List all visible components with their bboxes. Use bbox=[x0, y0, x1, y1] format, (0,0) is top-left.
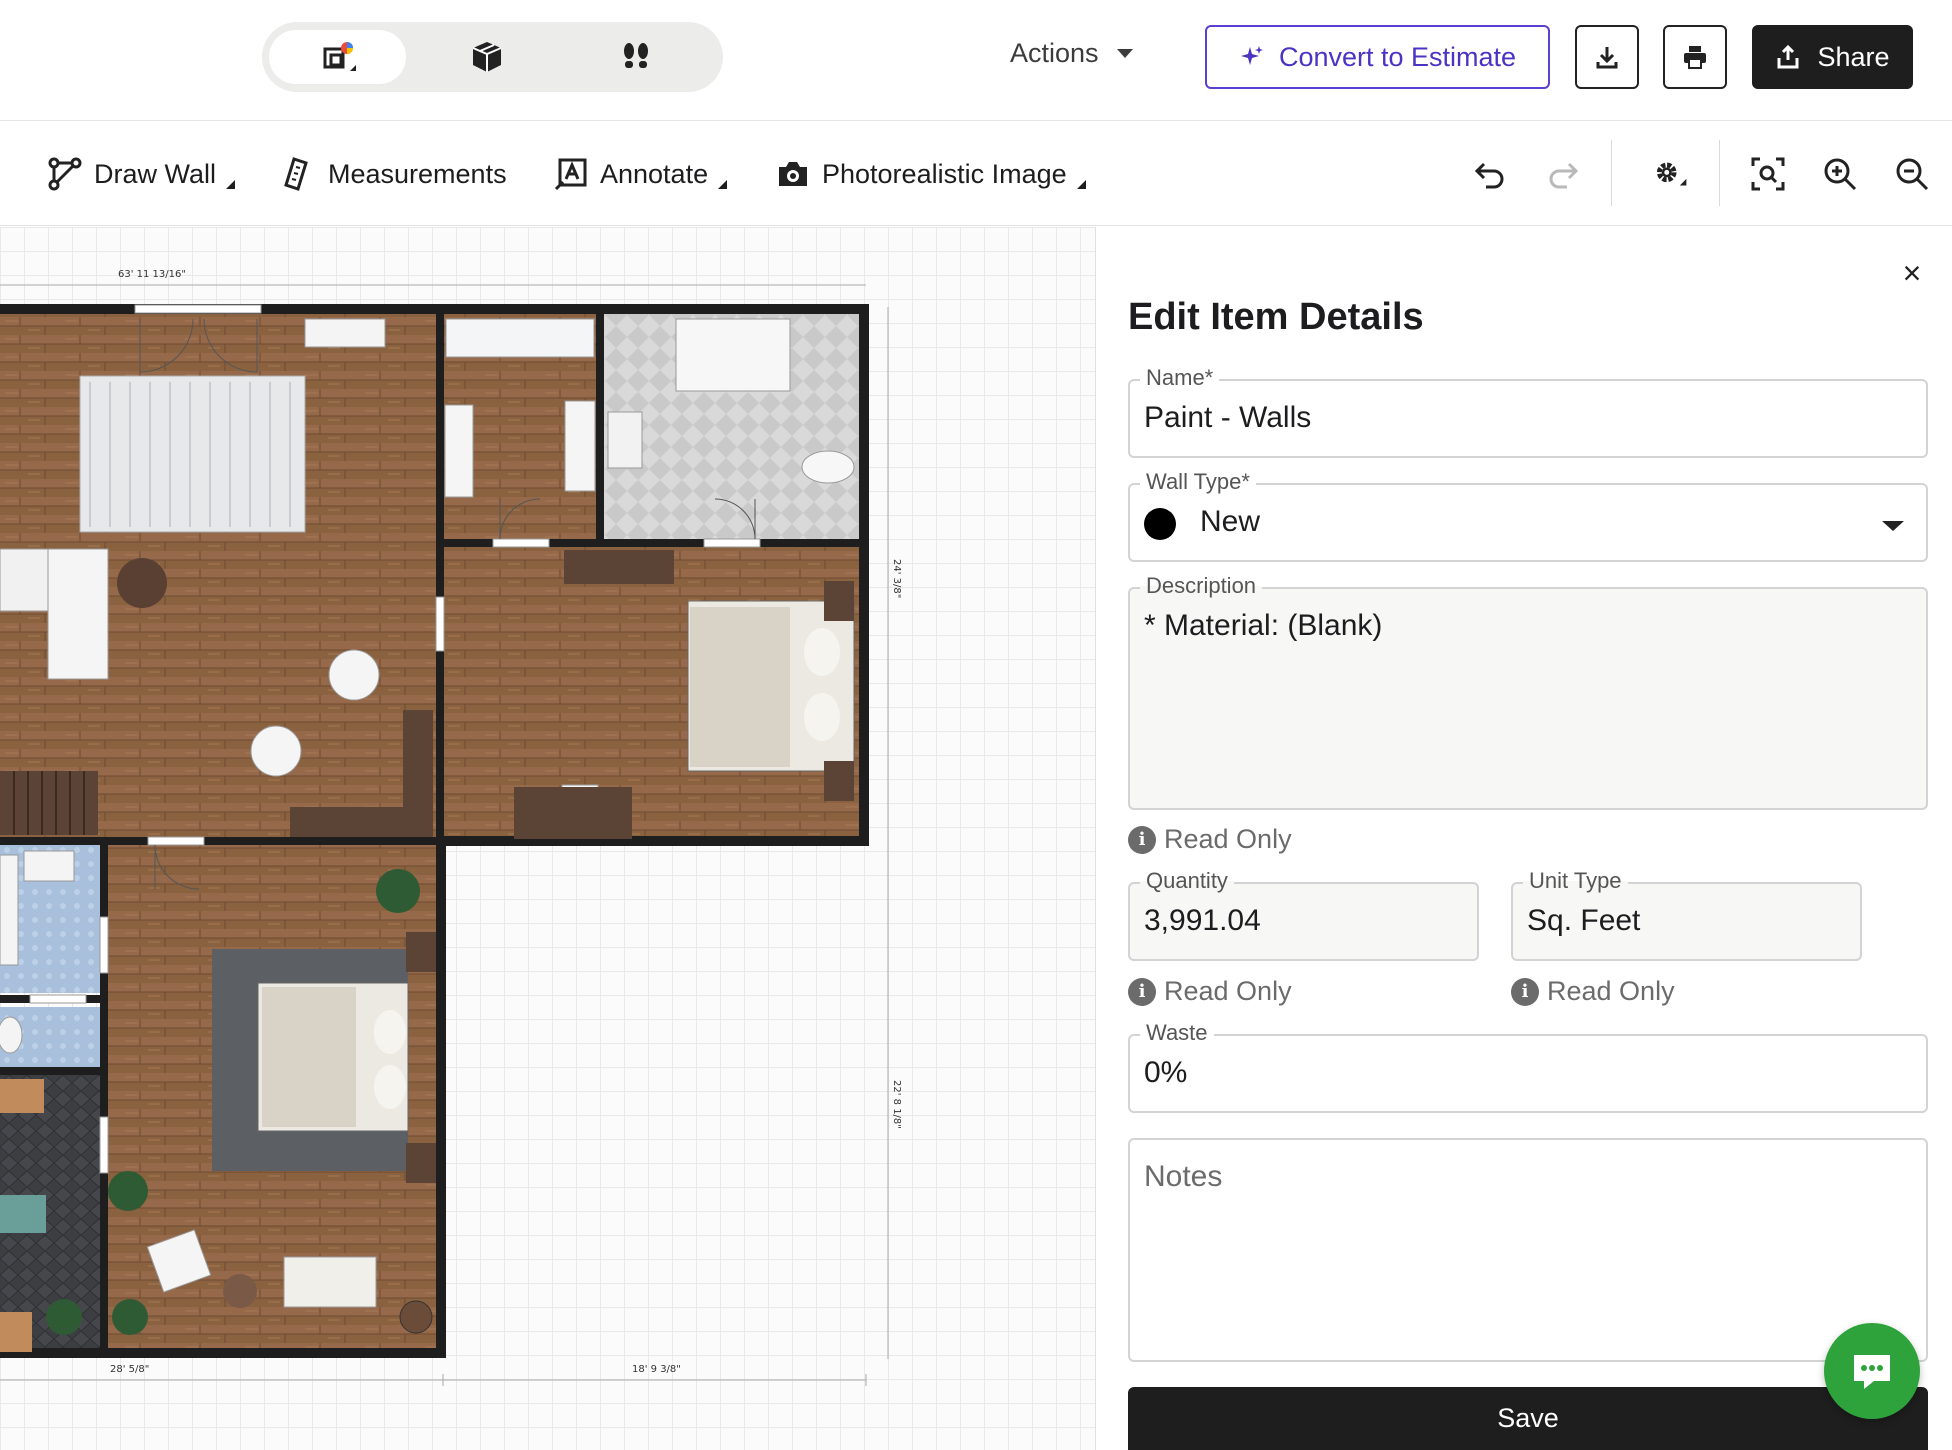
toolbar-divider bbox=[1719, 140, 1720, 206]
unit-type-value: Sq. Feet bbox=[1527, 904, 1641, 937]
description-field[interactable]: Description * Material: (Blank) bbox=[1128, 573, 1928, 810]
view-mode-switch bbox=[262, 22, 723, 92]
close-icon: × bbox=[1902, 255, 1922, 291]
print-button[interactable] bbox=[1663, 25, 1727, 89]
photo-label: Photorealistic Image bbox=[822, 158, 1067, 189]
annotate-icon bbox=[554, 158, 587, 191]
waste-label: Waste bbox=[1140, 1020, 1214, 1046]
draw-wall-label: Draw Wall bbox=[94, 158, 217, 189]
chat-button[interactable] bbox=[1824, 1323, 1920, 1419]
share-button[interactable]: Share bbox=[1752, 25, 1913, 89]
ruler-icon bbox=[284, 157, 308, 191]
print-icon bbox=[1684, 46, 1706, 69]
download-icon bbox=[1596, 47, 1618, 69]
submenu-corner-icon bbox=[226, 179, 236, 189]
quantity-value: 3,991.04 bbox=[1144, 904, 1261, 937]
draw-wall-icon bbox=[48, 157, 82, 191]
save-button[interactable]: Save bbox=[1128, 1387, 1928, 1450]
wall-type-label: Wall Type* bbox=[1140, 469, 1256, 495]
dimension-top: 63' 11 13/16" bbox=[118, 269, 186, 280]
unit-type-read-only-note: i Read Only bbox=[1511, 976, 1675, 1007]
submenu-corner-icon bbox=[718, 179, 728, 189]
measurements-label: Measurements bbox=[328, 158, 507, 189]
read-only-text: Read Only bbox=[1164, 824, 1292, 854]
panel-title: Edit Item Details bbox=[1128, 296, 1424, 338]
description-label: Description bbox=[1140, 573, 1263, 599]
description-read-only-note: i Read Only bbox=[1128, 824, 1292, 855]
annotate-tool[interactable]: Annotate bbox=[554, 152, 728, 196]
cube-3d-icon bbox=[472, 42, 501, 72]
annotate-label: Annotate bbox=[600, 158, 709, 189]
zoom-out-button[interactable] bbox=[1890, 152, 1934, 196]
editor-toolbar: Draw Wall Measurements Annotate Photorea… bbox=[0, 122, 1952, 226]
quantity-label: Quantity bbox=[1140, 868, 1234, 894]
undo-button[interactable] bbox=[1468, 152, 1512, 196]
wall-type-value: New bbox=[1200, 505, 1261, 538]
convert-label: Convert to Estimate bbox=[1278, 41, 1517, 72]
view-2d-button[interactable] bbox=[269, 30, 406, 84]
convert-to-estimate-button[interactable]: Convert to Estimate bbox=[1205, 25, 1550, 89]
dimension-bottom-left: 28' 5/8" bbox=[110, 1364, 150, 1375]
waste-value: 0% bbox=[1144, 1056, 1188, 1089]
read-only-text: Read Only bbox=[1547, 976, 1675, 1006]
description-value: * Material: (Blank) bbox=[1144, 609, 1383, 642]
unit-type-label: Unit Type bbox=[1523, 868, 1628, 894]
zoom-in-icon bbox=[1824, 158, 1857, 191]
zoom-out-icon bbox=[1896, 158, 1929, 191]
waste-field[interactable]: Waste 0% bbox=[1128, 1020, 1928, 1113]
floor-plan-drawing[interactable] bbox=[0, 227, 1095, 1450]
unit-type-field[interactable]: Unit Type Sq. Feet bbox=[1511, 868, 1862, 961]
chat-bubble-icon bbox=[1854, 1355, 1890, 1389]
redo-button[interactable] bbox=[1541, 152, 1585, 196]
camera-icon bbox=[779, 162, 807, 186]
actions-label: Actions bbox=[1010, 38, 1099, 68]
name-value: Paint - Walls bbox=[1144, 401, 1312, 434]
settings-button[interactable] bbox=[1640, 152, 1700, 196]
info-icon: i bbox=[1128, 977, 1156, 1006]
footsteps-walkthrough-icon bbox=[623, 43, 648, 68]
floor-plan-canvas[interactable]: 63' 11 13/16" 24' 3/8" 22' 8 1/8" 28' 5/… bbox=[0, 227, 1095, 1450]
chevron-down-icon bbox=[1882, 521, 1904, 531]
read-only-text: Read Only bbox=[1164, 976, 1292, 1006]
wall-type-select[interactable]: Wall Type* New bbox=[1128, 469, 1928, 562]
measurements-tool[interactable]: Measurements bbox=[282, 152, 507, 196]
name-field[interactable]: Name* Paint - Walls bbox=[1128, 365, 1928, 458]
settings-icon bbox=[1656, 162, 1687, 186]
dimension-right-lower: 22' 8 1/8" bbox=[891, 1080, 902, 1129]
chevron-down-icon bbox=[1116, 49, 1133, 58]
dimension-bottom-right: 18' 9 3/8" bbox=[632, 1364, 681, 1375]
name-label: Name* bbox=[1140, 365, 1220, 391]
zoom-in-button[interactable] bbox=[1818, 152, 1862, 196]
share-label: Share bbox=[1817, 41, 1890, 72]
close-button[interactable]: × bbox=[1897, 255, 1927, 291]
submenu-corner-icon bbox=[1076, 179, 1086, 189]
redo-icon bbox=[1549, 162, 1579, 189]
info-icon: i bbox=[1511, 977, 1539, 1006]
undo-icon bbox=[1474, 162, 1504, 189]
info-icon: i bbox=[1128, 825, 1156, 854]
notes-textarea[interactable]: Notes bbox=[1128, 1138, 1928, 1362]
wall-type-color-swatch bbox=[1144, 508, 1176, 540]
floor-plan-2d-icon bbox=[323, 42, 356, 71]
toolbar-divider bbox=[1611, 140, 1612, 206]
share-icon bbox=[1777, 44, 1799, 69]
actions-menu[interactable]: Actions bbox=[1010, 38, 1133, 69]
zoom-fit-icon bbox=[1751, 157, 1785, 191]
download-button[interactable] bbox=[1575, 25, 1639, 89]
notes-placeholder: Notes bbox=[1144, 1160, 1223, 1193]
sparkle-icon bbox=[1240, 46, 1263, 65]
quantity-field[interactable]: Quantity 3,991.04 bbox=[1128, 868, 1479, 961]
view-3d-button[interactable] bbox=[418, 30, 555, 84]
save-label: Save bbox=[1497, 1403, 1559, 1433]
photorealistic-image-tool[interactable]: Photorealistic Image bbox=[776, 152, 1086, 196]
walkthrough-button[interactable] bbox=[567, 30, 704, 84]
draw-wall-tool[interactable]: Draw Wall bbox=[48, 152, 236, 196]
dimension-right-upper: 24' 3/8" bbox=[891, 559, 902, 599]
top-bar: Actions Convert to Estimate Share bbox=[0, 0, 1952, 121]
quantity-read-only-note: i Read Only bbox=[1128, 976, 1292, 1007]
zoom-fit-button[interactable] bbox=[1746, 152, 1790, 196]
